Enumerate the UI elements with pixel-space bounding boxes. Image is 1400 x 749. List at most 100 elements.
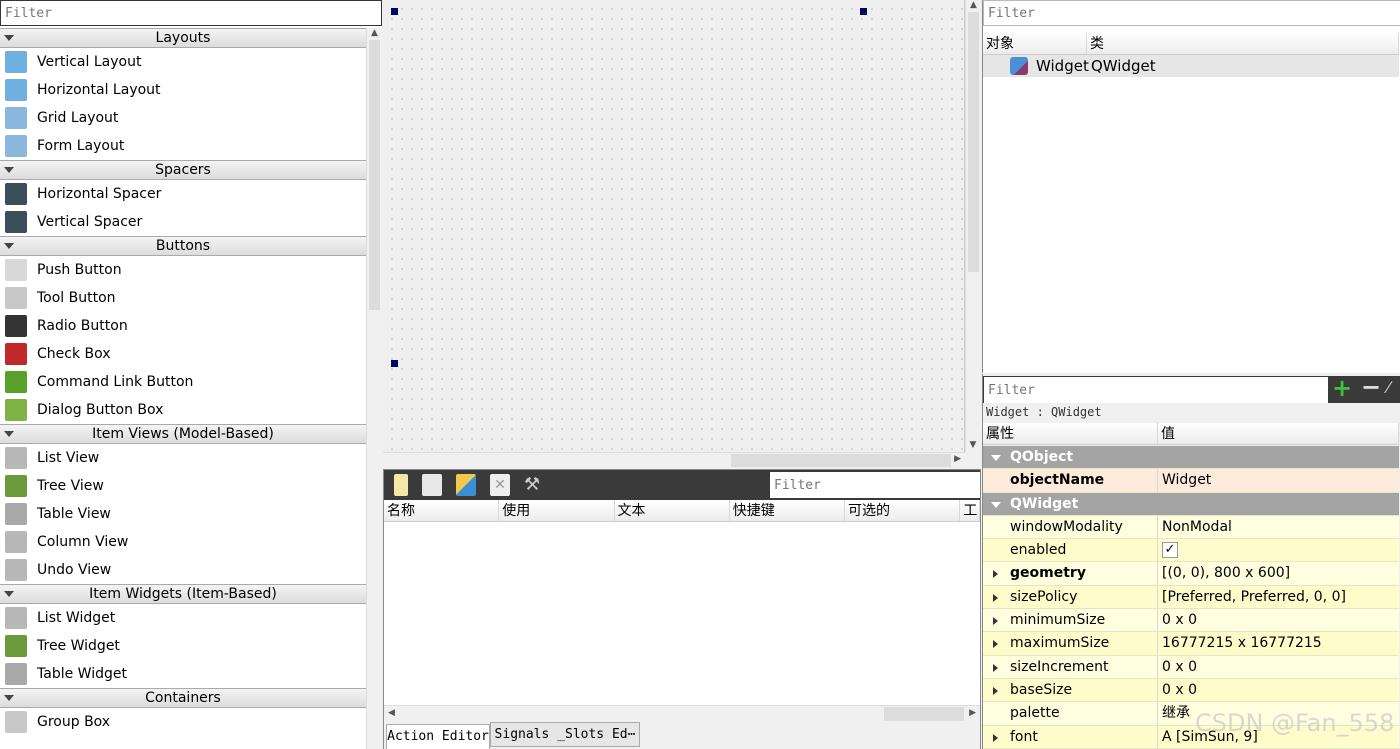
scroll-right-arrow[interactable]: ▶ — [954, 454, 961, 464]
scroll-right-arrow[interactable]: ▶ — [969, 708, 976, 718]
scroll-left-arrow[interactable]: ◀ — [388, 708, 395, 718]
widget-list-scrollbar[interactable]: ▲ — [366, 28, 382, 749]
configure-icon[interactable]: ⁄ — [1387, 378, 1390, 397]
property-value[interactable]: Widget — [1158, 469, 1399, 491]
scrollbar-thumb[interactable] — [731, 454, 951, 467]
widget-item[interactable]: Vertical Layout — [0, 48, 366, 76]
widget-item[interactable]: Dialog Button Box — [0, 396, 366, 424]
widget-item[interactable]: Form Layout — [0, 132, 366, 160]
property-group[interactable]: QObject — [983, 446, 1399, 470]
object-filter-input[interactable] — [983, 0, 1400, 26]
property-row[interactable]: sizeIncrement 0 x 0 — [983, 655, 1399, 679]
expand-arrow-icon[interactable] — [4, 35, 14, 41]
widget-item[interactable]: Tree View — [0, 472, 366, 500]
widget-filter-input[interactable] — [0, 0, 382, 26]
property-row[interactable]: sizePolicy [Preferred, Preferred, 0, 0] — [983, 585, 1399, 610]
property-value[interactable]: 0 x 0 — [1158, 679, 1399, 701]
scrollbar-thumb[interactable] — [369, 40, 380, 310]
expand-arrow-icon[interactable] — [993, 593, 998, 602]
property-row[interactable]: baseSize 0 x 0 — [983, 678, 1399, 703]
category-header[interactable]: Containers — [0, 688, 366, 708]
widget-item[interactable]: List Widget — [0, 604, 366, 632]
selection-handle[interactable] — [860, 8, 867, 15]
category-header[interactable]: Item Views (Model-Based) — [0, 424, 366, 444]
copy-action-icon[interactable] — [422, 474, 442, 496]
widget-item[interactable]: Horizontal Layout — [0, 76, 366, 104]
expand-arrow-icon[interactable] — [4, 591, 14, 597]
widget-item[interactable]: Horizontal Spacer — [0, 180, 366, 208]
category-header[interactable]: Buttons — [0, 236, 366, 256]
form-canvas[interactable] — [383, 0, 965, 452]
column-header[interactable]: 快捷键 — [730, 500, 845, 521]
column-header[interactable]: 使用 — [499, 500, 615, 521]
widget-item[interactable]: Table Widget — [0, 660, 366, 688]
expand-arrow-icon[interactable] — [993, 686, 998, 695]
expand-arrow-icon[interactable] — [4, 243, 14, 249]
category-header[interactable]: Spacers — [0, 160, 366, 180]
action-filter-input[interactable] — [770, 472, 980, 498]
scrollbar-thumb[interactable] — [968, 12, 979, 272]
expand-arrow-icon[interactable] — [4, 167, 14, 173]
property-value[interactable]: 0 x 0 — [1158, 656, 1399, 678]
expand-arrow-icon[interactable] — [993, 570, 998, 579]
expand-arrow-icon[interactable] — [993, 640, 998, 649]
widget-item[interactable]: Command Link Button — [0, 368, 366, 396]
delete-action-icon[interactable]: ✕ — [490, 474, 510, 496]
category-header[interactable]: Item Widgets (Item-Based) — [0, 584, 366, 604]
column-header[interactable]: 可选的 — [845, 500, 961, 521]
property-group[interactable]: QWidget — [983, 492, 1399, 516]
property-value[interactable]: 16777215 x 16777215 — [1158, 632, 1399, 654]
column-header[interactable]: 文本 — [615, 500, 730, 521]
paste-action-icon[interactable] — [456, 474, 476, 496]
canvas-horizontal-scrollbar[interactable]: ▶ — [383, 452, 965, 468]
action-horizontal-scrollbar[interactable]: ◀ ▶ — [384, 705, 980, 722]
property-filter-input[interactable] — [984, 377, 1328, 403]
remove-property-icon[interactable]: − — [1361, 373, 1381, 401]
property-value[interactable]: NonModal — [1158, 516, 1399, 538]
new-action-icon[interactable] — [394, 474, 408, 496]
property-value[interactable]: ✓ — [1158, 539, 1399, 561]
scroll-up-arrow[interactable]: ▲ — [367, 28, 382, 38]
configure-icon[interactable]: ⚒ — [524, 474, 544, 496]
property-row[interactable]: geometry [(0, 0), 800 x 600] — [983, 562, 1399, 586]
column-header[interactable]: 工 — [960, 500, 980, 521]
widget-item[interactable]: Grid Layout — [0, 104, 366, 132]
property-row[interactable]: windowModality NonModal — [983, 515, 1399, 540]
collapse-arrow-icon[interactable] — [991, 501, 1001, 508]
column-header[interactable]: 类 — [1087, 33, 1399, 54]
property-row[interactable]: maximumSize 16777215 x 16777215 — [983, 632, 1399, 656]
object-row[interactable]: Widget QWidget — [983, 55, 1399, 77]
widget-item[interactable]: Tree Widget — [0, 632, 366, 660]
scroll-down-arrow[interactable]: ▼ — [966, 440, 980, 450]
selection-handle[interactable] — [391, 8, 398, 15]
widget-item[interactable]: Check Box — [0, 340, 366, 368]
widget-item[interactable]: List View — [0, 444, 366, 472]
column-header[interactable]: 属性 — [983, 423, 1158, 444]
property-value[interactable]: 0 x 0 — [1158, 609, 1399, 631]
column-header[interactable]: 名称 — [384, 500, 500, 521]
category-header[interactable]: Layouts — [0, 28, 366, 48]
expand-arrow-icon[interactable] — [993, 617, 998, 626]
canvas-vertical-scrollbar[interactable]: ▲ ▼ — [965, 0, 981, 452]
column-header[interactable]: 值 — [1158, 423, 1399, 444]
property-row[interactable]: objectName Widget — [983, 469, 1399, 493]
selection-handle[interactable] — [391, 360, 398, 367]
expand-arrow-icon[interactable] — [993, 733, 998, 742]
scroll-up-arrow[interactable]: ▲ — [966, 0, 981, 10]
widget-item[interactable]: Table View — [0, 500, 366, 528]
widget-item[interactable]: Group Box — [0, 708, 366, 736]
property-value[interactable]: [Preferred, Preferred, 0, 0] — [1158, 586, 1399, 608]
property-row[interactable]: minimumSize 0 x 0 — [983, 609, 1399, 633]
collapse-arrow-icon[interactable] — [991, 455, 1001, 461]
expand-arrow-icon[interactable] — [993, 663, 998, 672]
expand-arrow-icon[interactable] — [4, 431, 14, 437]
widget-item[interactable]: Push Button — [0, 256, 366, 284]
column-header[interactable]: 对象 — [983, 33, 1087, 54]
tab-signals-slots-editor[interactable]: Signals _Slots Ed⋯ — [490, 722, 640, 747]
property-row[interactable]: enabled ✓ — [983, 539, 1399, 563]
tab-action-editor[interactable]: Action Editor — [386, 724, 490, 749]
widget-item[interactable]: Undo View — [0, 556, 366, 584]
widget-item[interactable]: Tool Button — [0, 284, 366, 312]
scrollbar-thumb[interactable] — [884, 707, 964, 721]
enabled-checkbox[interactable]: ✓ — [1162, 542, 1178, 559]
